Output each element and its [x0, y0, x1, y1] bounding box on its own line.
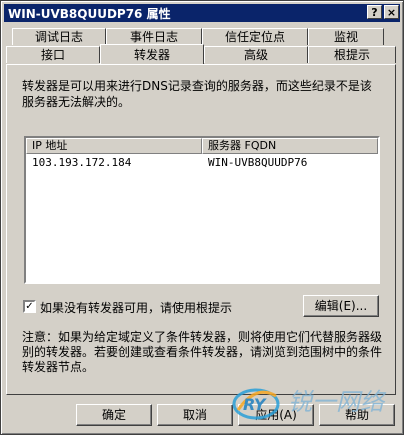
tab-advanced[interactable]: 高级 — [204, 46, 308, 63]
tab-root-hints[interactable]: 根提示 — [308, 46, 396, 63]
forwarders-list[interactable]: IP 地址 服务器 FQDN 103.193.172.184 WIN-UVB8Q… — [24, 136, 380, 284]
tab-debug-log[interactable]: 调试日志 — [12, 28, 106, 45]
ok-button[interactable]: 确定 — [76, 404, 152, 426]
tab-forwarders[interactable]: 转发器 — [100, 44, 204, 64]
window-title: WIN-UVB8QUUDP76 属性 — [8, 6, 171, 21]
forwarders-description: 转发器是可以用来进行DNS记录查询的服务器，而这些纪录不是该服务器无法解决的。 — [22, 79, 372, 109]
column-header-fqdn[interactable]: 服务器 FQDN — [202, 138, 378, 154]
use-root-hints-checkbox[interactable]: ✓ — [23, 300, 36, 313]
use-root-hints-label[interactable]: 如果没有转发器可用，请使用根提示 — [40, 299, 232, 316]
cell-ip[interactable]: 103.193.172.184 — [32, 156, 131, 170]
cancel-button[interactable]: 取消 — [157, 404, 233, 426]
conditional-forwarders-note: 注意：如果为给定域定义了条件转发器，则将使用它们代替服务器级别的转发器。若要创建… — [22, 330, 383, 374]
close-title-button[interactable]: × — [384, 5, 399, 19]
edit-button[interactable]: 编辑(E)... — [303, 295, 379, 317]
cell-fqdn[interactable]: WIN-UVB8QUUDP76 — [208, 156, 307, 170]
tab-interfaces[interactable]: 接口 — [6, 46, 100, 63]
apply-button[interactable]: 应用(A) — [238, 404, 314, 426]
column-header-ip[interactable]: IP 地址 — [26, 138, 202, 154]
check-mark-icon: ✓ — [25, 301, 34, 312]
tab-event-log[interactable]: 事件日志 — [106, 28, 202, 45]
help-title-button[interactable]: ? — [367, 5, 382, 19]
tab-trust-anchors[interactable]: 信任定位点 — [202, 28, 308, 45]
tab-monitoring[interactable]: 监视 — [308, 28, 384, 45]
title-bar: WIN-UVB8QUUDP76 属性 ? × — [4, 4, 400, 22]
help-button[interactable]: 帮助 — [319, 404, 395, 426]
